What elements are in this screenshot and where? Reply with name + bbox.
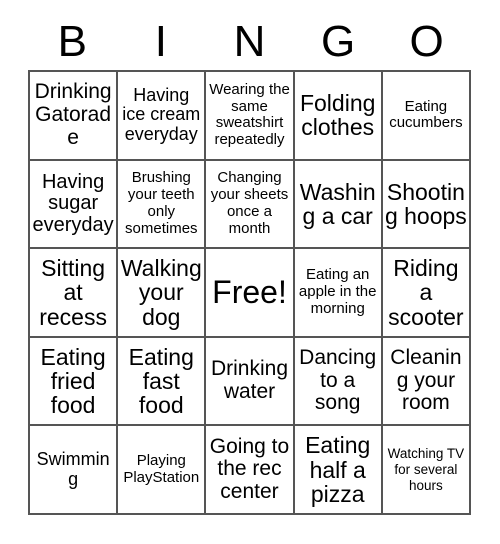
bingo-cell[interactable]: Eating half a pizza — [294, 426, 383, 515]
bingo-cell[interactable]: Going to the rec center — [206, 426, 295, 515]
bingo-cell-label: Eating fast food — [128, 343, 194, 419]
bingo-cell[interactable]: Eating cucumbers — [382, 72, 471, 161]
bingo-cell-label: Eating half a pizza — [305, 432, 371, 507]
bingo-cell[interactable]: Riding a scooter — [382, 249, 471, 338]
bingo-cell-label: Wearing the same sweatshirt repeatedly — [209, 80, 290, 149]
header-letter-n: N — [233, 17, 266, 66]
bingo-cell[interactable]: Eating an apple in the morning — [294, 249, 383, 338]
bingo-header-letters: B I N G O — [28, 14, 471, 70]
bingo-cell[interactable]: Washing a car — [294, 160, 383, 250]
bingo-cell[interactable]: Shooting hoops — [382, 160, 471, 250]
bingo-grid: Drinking Gatorade Having ice cream everyd… — [28, 70, 471, 515]
bingo-cell[interactable]: Having sugar everyday — [30, 160, 119, 250]
header-letter-g: G — [320, 17, 356, 66]
bingo-cell-label: Eating cucumbers — [389, 97, 463, 132]
bingo-cell-label: Watching TV for several hours — [387, 446, 465, 493]
bingo-cell-label: Drinking water — [210, 357, 288, 404]
bingo-cell-label: Eating fried food — [40, 343, 106, 419]
bingo-cell[interactable]: Dancing to a song — [294, 337, 383, 427]
bingo-cell[interactable]: Changing your sheets once a month — [206, 160, 295, 250]
bingo-cell[interactable]: Eating fast food — [118, 337, 207, 427]
bingo-cell-label: Free! — [212, 274, 287, 311]
header-letter-i: I — [154, 17, 167, 66]
bingo-cell-label: Folding clothes — [299, 89, 376, 141]
bingo-cell-label: Washing a car — [299, 178, 376, 229]
bingo-cell-label: Walking your dog — [120, 254, 202, 330]
bingo-cell[interactable]: Cleaning your room — [382, 337, 471, 427]
bingo-free-space[interactable]: Free! — [206, 249, 295, 338]
bingo-cell[interactable]: Drinking Gatorade — [30, 72, 119, 161]
bingo-cell-label: Eating an apple in the morning — [298, 266, 377, 317]
bingo-cell-label: Sitting at recess — [39, 254, 107, 330]
bingo-cell-label: Dancing to a song — [299, 346, 377, 415]
bingo-cell[interactable]: Walking your dog — [118, 249, 207, 338]
bingo-cell-label: Swimming — [36, 448, 110, 489]
bingo-cell[interactable]: Drinking water — [206, 337, 295, 427]
bingo-cell[interactable]: Having ice cream everyday — [118, 72, 207, 161]
bingo-card: B I N G O Drinking Gatorade Having ice cr… — [0, 0, 500, 544]
header-letter-b: B — [57, 17, 87, 66]
bingo-cell[interactable]: Brushing your teeth only sometimes — [118, 160, 207, 250]
bingo-cell-label: Shooting hoops — [384, 178, 467, 229]
bingo-cell-label: Drinking Gatorade — [34, 80, 112, 149]
bingo-cell[interactable]: Eating fried food — [30, 337, 119, 427]
bingo-cell-label: Changing your sheets once a month — [210, 169, 289, 237]
header-letter-o: O — [409, 17, 444, 66]
bingo-cell-label: Playing PlayStation — [123, 451, 200, 486]
bingo-cell[interactable]: Swimming — [30, 426, 119, 515]
bingo-cell[interactable]: Folding clothes — [294, 72, 383, 161]
bingo-cell[interactable]: Sitting at recess — [30, 249, 119, 338]
bingo-cell-label: Cleaning your room — [390, 346, 462, 415]
bingo-cell-label: Having sugar everyday — [32, 170, 114, 236]
bingo-cell[interactable]: Playing PlayStation — [118, 426, 207, 515]
bingo-cell-label: Going to the rec center — [209, 434, 290, 504]
bingo-cell-label: Brushing your teeth only sometimes — [125, 169, 198, 237]
bingo-cell-label: Riding a scooter — [388, 254, 464, 330]
bingo-cell[interactable]: Watching TV for several hours — [382, 426, 471, 515]
bingo-cell-label: Having ice cream everyday — [122, 84, 201, 145]
bingo-cell[interactable]: Wearing the same sweatshirt repeatedly — [206, 72, 295, 161]
